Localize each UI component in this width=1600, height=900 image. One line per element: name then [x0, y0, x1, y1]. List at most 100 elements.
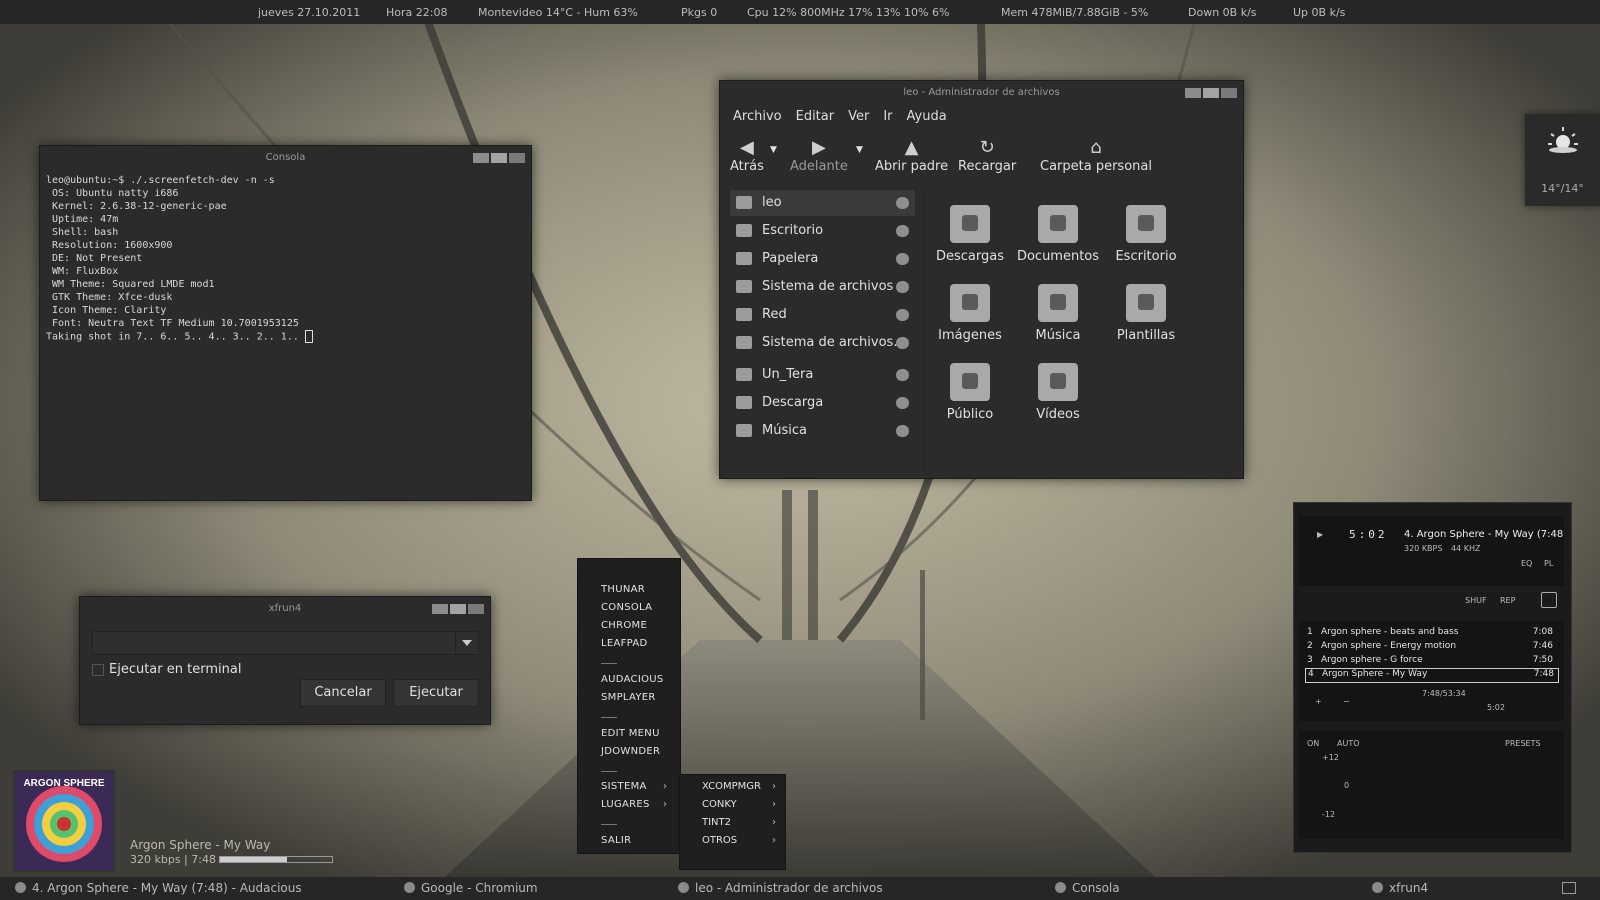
console-titlebar[interactable]: Consola — [40, 146, 531, 170]
maximize-button[interactable] — [1203, 88, 1219, 98]
back-history-dropdown[interactable]: ▼ — [770, 145, 777, 155]
console-window[interactable]: Consola leo@ubuntu:~$ ./.screenfetch-dev… — [39, 145, 532, 501]
reload-button[interactable]: ↻ Recargar — [958, 137, 1016, 174]
sidebar-item-filesystem-2[interactable]: Sistema de archivos... — [730, 330, 915, 356]
minimize-button[interactable] — [1185, 88, 1201, 98]
maximize-button[interactable] — [491, 153, 507, 163]
menu-item-thunar[interactable]: THUNAR — [601, 584, 645, 595]
remove-track-button[interactable]: − — [1343, 697, 1350, 706]
folder-videos[interactable]: Vídeos — [1012, 363, 1104, 422]
run-in-terminal-checkbox[interactable]: Ejecutar en terminal — [92, 662, 241, 677]
window-buttons[interactable] — [1185, 88, 1237, 98]
menu-item-chrome[interactable]: CHROME — [601, 620, 647, 631]
home-button[interactable]: ⌂ Carpeta personal — [1040, 137, 1152, 174]
menu-ayuda[interactable]: Ayuda — [907, 109, 947, 124]
repeat-button[interactable]: REP — [1500, 596, 1515, 605]
submenu-item-tint2[interactable]: TINT2 — [702, 817, 731, 828]
menu-item-leafpad[interactable]: LEAFPAD — [601, 638, 648, 649]
file-manager-titlebar[interactable]: leo - Administrador de archivos — [720, 81, 1243, 105]
sidebar-item-papelera[interactable]: Papelera — [730, 246, 915, 272]
submenu-item-otros[interactable]: OTROS — [702, 835, 737, 846]
task-file-manager[interactable]: leo - Administrador de archivos — [678, 881, 883, 895]
eject-icon[interactable] — [896, 337, 909, 349]
shuffle-button[interactable]: SHUF — [1465, 596, 1487, 605]
terminal-output[interactable]: leo@ubuntu:~$ ./.screenfetch-dev -n -s O… — [40, 170, 531, 348]
menu-item-lugares[interactable]: LUGARES — [601, 799, 650, 810]
eject-icon[interactable] — [896, 425, 909, 437]
menu-item-edit-menu[interactable]: EDIT MENU — [601, 728, 660, 739]
folder-plantillas[interactable]: Plantillas — [1100, 284, 1192, 343]
command-input[interactable] — [92, 631, 479, 655]
folder-escritorio[interactable]: Escritorio — [1100, 205, 1192, 264]
sidebar-item-un-tera[interactable]: Un_Tera — [730, 362, 915, 388]
close-button[interactable] — [1221, 88, 1237, 98]
window-buttons[interactable] — [432, 604, 484, 614]
folder-imagenes[interactable]: Imágenes — [924, 284, 1016, 343]
task-audacious[interactable]: 4. Argon Sphere - My Way (7:48) - Audaci… — [15, 881, 302, 895]
task-xfrun4[interactable]: xfrun4 — [1372, 881, 1428, 895]
eject-icon[interactable] — [896, 397, 909, 409]
run-button[interactable]: Ejecutar — [393, 679, 479, 707]
playlist-row[interactable]: 3 Argon sphere - G force 7:50 — [1305, 655, 1557, 668]
eject-icon[interactable] — [896, 253, 909, 265]
eq-presets-button[interactable]: PRESETS — [1505, 739, 1541, 748]
folder-documentos[interactable]: Documentos — [1012, 205, 1104, 264]
sidebar-item-musica[interactable]: Música — [730, 418, 915, 444]
task-console[interactable]: Consola — [1055, 881, 1120, 895]
run-dialog-window[interactable]: xfrun4 Ejecutar en terminal Cancelar Eje… — [79, 596, 491, 725]
equalizer-toggle[interactable]: EQ — [1521, 559, 1532, 568]
file-manager-window[interactable]: leo - Administrador de archivos Archivo … — [719, 80, 1244, 479]
menu-archivo[interactable]: Archivo — [733, 109, 782, 124]
submenu-item-xcompmgr[interactable]: XCOMPMGR — [702, 781, 761, 792]
playlist-row[interactable]: 1 Argon sphere - beats and bass 7:08 — [1305, 627, 1557, 640]
menu-item-sistema[interactable]: SISTEMA — [601, 781, 647, 792]
menu-item-smplayer[interactable]: SMPLAYER — [601, 692, 656, 703]
menu-ver[interactable]: Ver — [848, 109, 869, 124]
eject-icon[interactable] — [896, 369, 909, 381]
playlist-row-selected[interactable]: 4 Argon Sphere - My Way 7:48 — [1305, 668, 1559, 683]
eq-auto-button[interactable]: AUTO — [1337, 739, 1360, 748]
menu-item-audacious[interactable]: AUDACIOUS — [601, 674, 664, 685]
task-chromium[interactable]: Google - Chromium — [404, 881, 538, 895]
menu-item-jdownder[interactable]: JDOWNDER — [601, 746, 660, 757]
playlist-row[interactable]: 2 Argon sphere - Energy motion 7:46 — [1305, 641, 1557, 654]
sidebar-item-red[interactable]: Red — [730, 302, 915, 328]
maximize-button[interactable] — [450, 604, 466, 614]
audacious-player[interactable]: ▶ 5:02 4. Argon Sphere - My Way (7:48 32… — [1293, 502, 1572, 853]
folder-publico[interactable]: Público — [924, 363, 1016, 422]
eject-icon[interactable] — [896, 197, 909, 209]
folder-descargas[interactable]: Descargas — [924, 205, 1016, 264]
folder-musica[interactable]: Música — [1012, 284, 1104, 343]
checkbox-box[interactable] — [92, 663, 104, 676]
eject-icon[interactable] — [1541, 592, 1557, 608]
up-button[interactable]: ▲ Abrir padre — [875, 137, 948, 174]
close-button[interactable] — [509, 153, 525, 163]
menu-editar[interactable]: Editar — [796, 109, 835, 124]
menu-item-salir[interactable]: SALIR — [601, 835, 631, 846]
eq-on-button[interactable]: ON — [1307, 739, 1319, 748]
eject-icon[interactable] — [896, 225, 909, 237]
minimize-button[interactable] — [473, 153, 489, 163]
close-button[interactable] — [468, 604, 484, 614]
history-dropdown-button[interactable] — [455, 632, 478, 654]
menu-ir[interactable]: Ir — [883, 109, 892, 124]
sidebar-item-descarga[interactable]: Descarga — [730, 390, 915, 416]
folder-view[interactable]: Descargas Documentos Escritorio Imágenes… — [923, 190, 1234, 470]
playlist-toggle[interactable]: PL — [1544, 559, 1553, 568]
cancel-button[interactable]: Cancelar — [300, 679, 386, 707]
workspace-switcher-icon[interactable] — [1562, 882, 1576, 894]
window-buttons[interactable] — [473, 153, 525, 163]
sidebar-item-escritorio[interactable]: Escritorio — [730, 218, 915, 244]
eject-icon[interactable] — [896, 309, 909, 321]
forward-button[interactable]: ▶ Adelante — [790, 137, 848, 174]
back-button[interactable]: ◀ Atrás — [730, 137, 764, 174]
sidebar-item-filesystem[interactable]: Sistema de archivos — [730, 274, 915, 300]
run-dialog-titlebar[interactable]: xfrun4 — [80, 597, 490, 621]
forward-history-dropdown[interactable]: ▼ — [856, 145, 863, 155]
menu-item-consola[interactable]: CONSOLA — [601, 602, 652, 613]
eject-icon[interactable] — [896, 281, 909, 293]
add-track-button[interactable]: + — [1315, 697, 1322, 706]
minimize-button[interactable] — [432, 604, 448, 614]
sidebar-item-leo[interactable]: leo — [730, 190, 915, 216]
submenu-item-conky[interactable]: CONKY — [702, 799, 737, 810]
